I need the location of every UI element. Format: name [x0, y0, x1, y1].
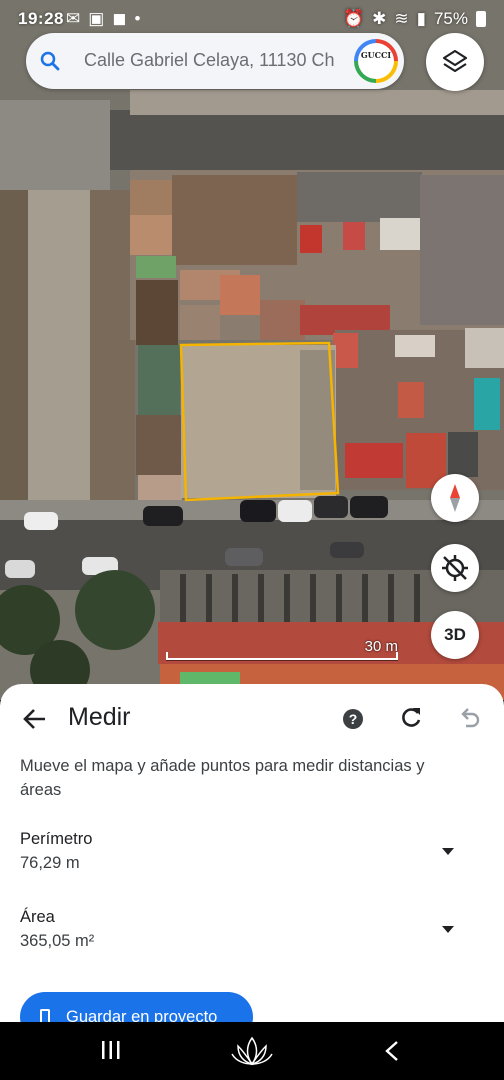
undo-icon[interactable] [456, 704, 482, 730]
help-icon[interactable]: ? [343, 709, 363, 729]
dot-icon: • [134, 9, 141, 28]
map-scale: 30 m [166, 638, 406, 664]
measure-sheet: Medir ? Mueve el mapa y añade puntos par… [0, 684, 504, 1042]
search-icon [40, 51, 60, 71]
battery-icon [476, 11, 486, 27]
navigation-bar [0, 1022, 504, 1080]
back-arrow-icon[interactable] [20, 704, 50, 734]
status-right: ⏰ ✱ ≋ ▮ 75% [343, 9, 486, 29]
alarm-icon: ⏰ [342, 9, 365, 28]
home-lotus-icon[interactable] [230, 1034, 274, 1068]
avatar-text: GUCCI [358, 43, 394, 79]
nav-back-icon[interactable] [384, 1040, 400, 1062]
perimeter-value: 76,29 m [20, 854, 80, 872]
search-bar[interactable]: Calle Gabriel Celaya, 11130 Ch GUCCI [26, 33, 404, 89]
dropdown-arrow-icon[interactable] [442, 848, 454, 855]
status-bar: 19:28 ✉ ▣ ◼ • ⏰ ✱ ≋ ▮ 75% [0, 0, 504, 36]
bookmark-icon [40, 1009, 50, 1023]
perimeter-row[interactable]: Perímetro 76,29 m [20, 830, 484, 880]
scale-bar [166, 652, 398, 660]
my-location-button[interactable] [431, 544, 479, 592]
bluetooth-icon: ✱ [372, 9, 387, 28]
avatar[interactable]: GUCCI [354, 39, 398, 83]
area-row[interactable]: Área 365,05 m² [20, 908, 484, 958]
area-label: Área [20, 908, 55, 926]
signal-icon: ▮ [416, 9, 426, 28]
map-imagery [0, 0, 504, 700]
notification-icons: ✉ ▣ ◼ • [66, 9, 140, 29]
sheet-title: Medir [68, 703, 131, 731]
compass-icon [450, 484, 460, 512]
app-notification-icon: ◼ [112, 9, 127, 28]
gmail-icon: ✉ [66, 9, 81, 28]
search-input[interactable]: Calle Gabriel Celaya, 11130 Ch [84, 50, 344, 71]
photo-icon: ▣ [88, 9, 105, 28]
location-disabled-icon [442, 555, 468, 581]
recents-icon[interactable] [100, 1040, 122, 1060]
status-time: 19:28 [18, 9, 64, 28]
dropdown-arrow-icon[interactable] [442, 926, 454, 933]
satellite-map[interactable]: 30 m 3D [0, 0, 504, 700]
perimeter-label: Perímetro [20, 830, 93, 848]
layers-icon [442, 49, 468, 73]
area-value: 365,05 m² [20, 932, 95, 950]
layers-button[interactable] [426, 33, 484, 91]
wifi-icon: ≋ [394, 9, 409, 28]
refresh-icon[interactable] [398, 704, 424, 730]
compass-button[interactable] [431, 474, 479, 522]
view-3d-button[interactable]: 3D [431, 611, 479, 659]
battery-percent: 75% [433, 9, 468, 28]
sheet-description: Mueve el mapa y añade puntos para medir … [20, 757, 425, 799]
